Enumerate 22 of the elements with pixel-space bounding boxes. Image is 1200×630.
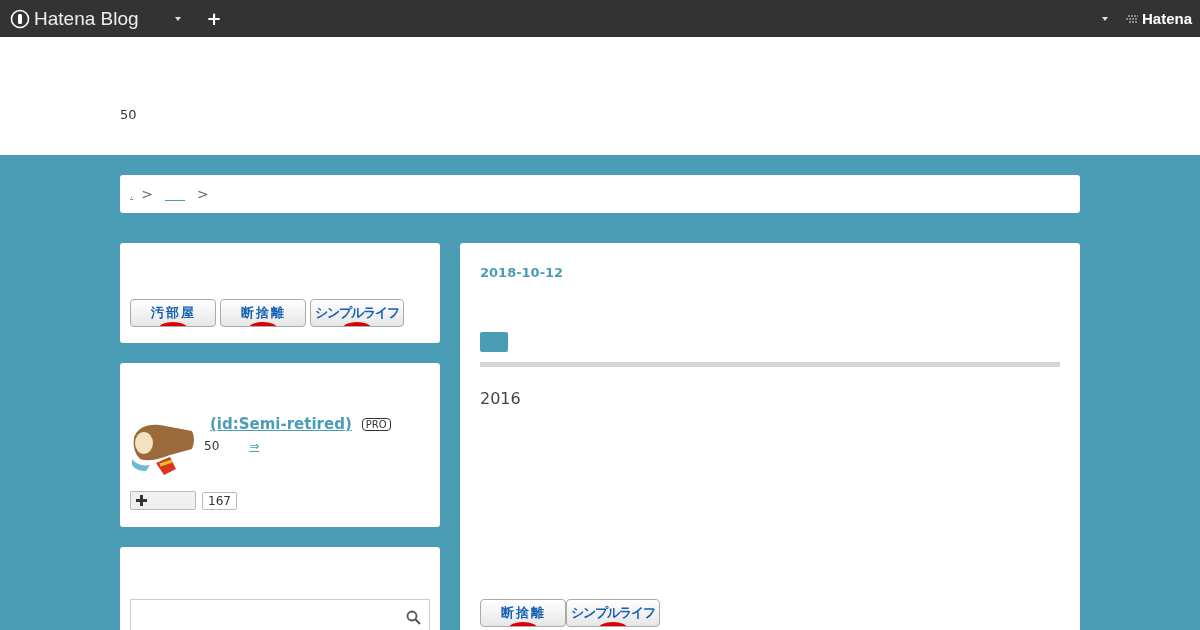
breadcrumb-separator: > — [196, 186, 209, 202]
breadcrumb-link[interactable]: . — [130, 188, 134, 200]
hatena-link[interactable]: Hatena — [1141, 10, 1192, 27]
pro-badge: PRO — [361, 417, 391, 431]
article-date[interactable]: 2018-10-12 — [480, 265, 1060, 280]
brand-link[interactable]: Hatena Blog — [34, 7, 139, 30]
search-icon[interactable] — [406, 609, 421, 625]
profile-name-link[interactable]: (id:Semi-retired) — [204, 415, 352, 433]
breadcrumb-separator: > — [141, 186, 153, 202]
search-field[interactable] — [130, 599, 430, 630]
more-link[interactable]: ⇒ — [249, 439, 260, 453]
plus-icon — [136, 495, 147, 506]
follower-count: 167 — [202, 491, 237, 510]
caret-icon[interactable] — [1101, 16, 1108, 21]
profile-description: 50 — [204, 439, 220, 453]
hatena-logo-icon — [1125, 13, 1140, 24]
follow-button[interactable] — [130, 491, 196, 510]
caret-icon[interactable] — [174, 16, 181, 21]
article-text: 2016 — [480, 389, 522, 408]
logo-icon — [10, 8, 30, 29]
add-button[interactable]: + — [206, 8, 222, 29]
blog-subtitle: 50 — [120, 107, 137, 122]
